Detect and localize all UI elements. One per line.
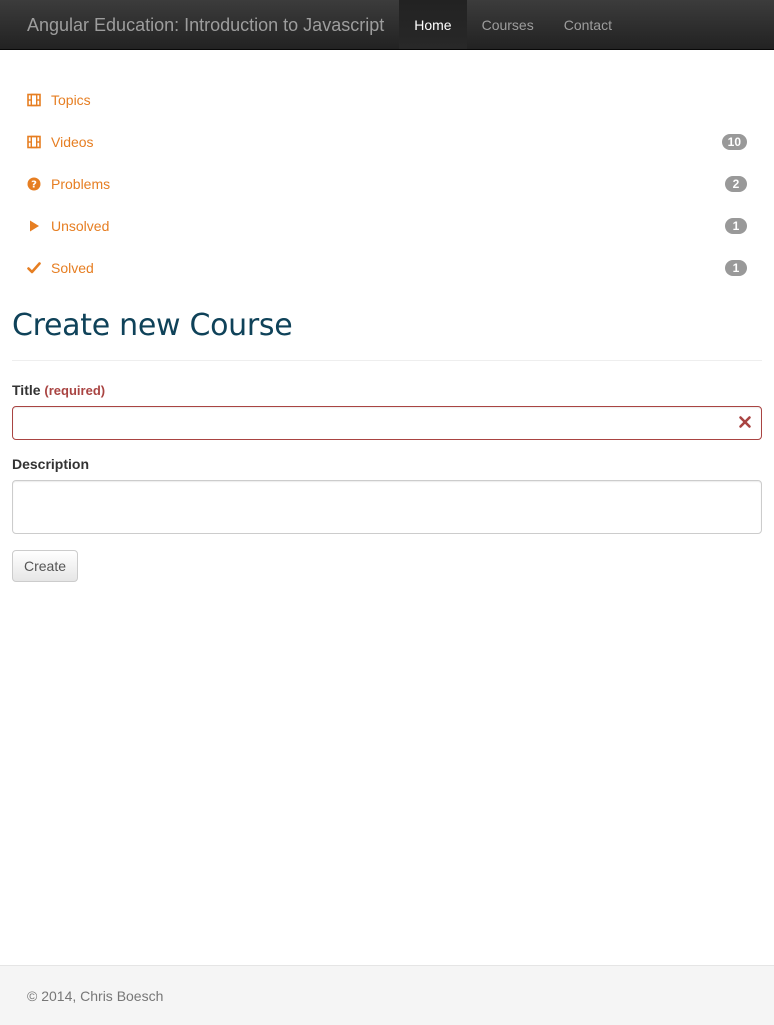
nav-courses[interactable]: Courses [467, 0, 549, 49]
page-title: Create new Course [12, 308, 293, 343]
count-badge: 1 [725, 260, 747, 276]
sidebar-item-problems[interactable]: ? Problems 2 [12, 163, 762, 205]
film-icon [27, 135, 41, 149]
question-circle-icon: ? [27, 177, 41, 191]
description-textarea[interactable] [12, 480, 762, 534]
sidebar-item-label: Videos [51, 134, 94, 150]
nav-home[interactable]: Home [399, 0, 467, 49]
title-label: Title (required) [12, 382, 105, 398]
title-field-group [12, 406, 762, 440]
film-icon [27, 93, 41, 107]
sidebar-item-topics[interactable]: Topics [12, 79, 762, 121]
navbar: Angular Education: Introduction to Javas… [0, 0, 774, 50]
sidebar-item-label: Solved [51, 260, 94, 276]
main-nav: Home Courses Contact [399, 0, 627, 49]
count-badge: 1 [725, 218, 747, 234]
divider [12, 360, 762, 361]
error-x-icon [738, 415, 752, 429]
sidebar-item-label: Problems [51, 176, 111, 192]
svg-text:?: ? [31, 180, 37, 191]
sidebar-menu: Topics Videos 10 ? Problems 2 Unsolved 1… [12, 79, 762, 289]
description-label: Description [12, 456, 90, 472]
title-label-text: Title [12, 382, 41, 398]
required-indicator: (required) [44, 383, 106, 398]
title-input[interactable] [12, 406, 762, 440]
count-badge: 10 [721, 134, 747, 150]
footer: © 2014, Chris Boesch [0, 965, 774, 1025]
create-button[interactable]: Create [12, 550, 78, 582]
sidebar-item-label: Unsolved [51, 218, 110, 234]
sidebar-item-videos[interactable]: Videos 10 [12, 121, 762, 163]
footer-copyright: © 2014, Chris Boesch [27, 988, 164, 1004]
sidebar-item-unsolved[interactable]: Unsolved 1 [12, 205, 762, 247]
count-badge: 2 [725, 176, 747, 192]
brand-title[interactable]: Angular Education: Introduction to Javas… [0, 0, 399, 49]
check-icon [27, 261, 41, 275]
play-icon [27, 219, 41, 233]
sidebar-item-label: Topics [51, 92, 91, 108]
nav-contact[interactable]: Contact [549, 0, 627, 49]
sidebar-item-solved[interactable]: Solved 1 [12, 247, 762, 289]
